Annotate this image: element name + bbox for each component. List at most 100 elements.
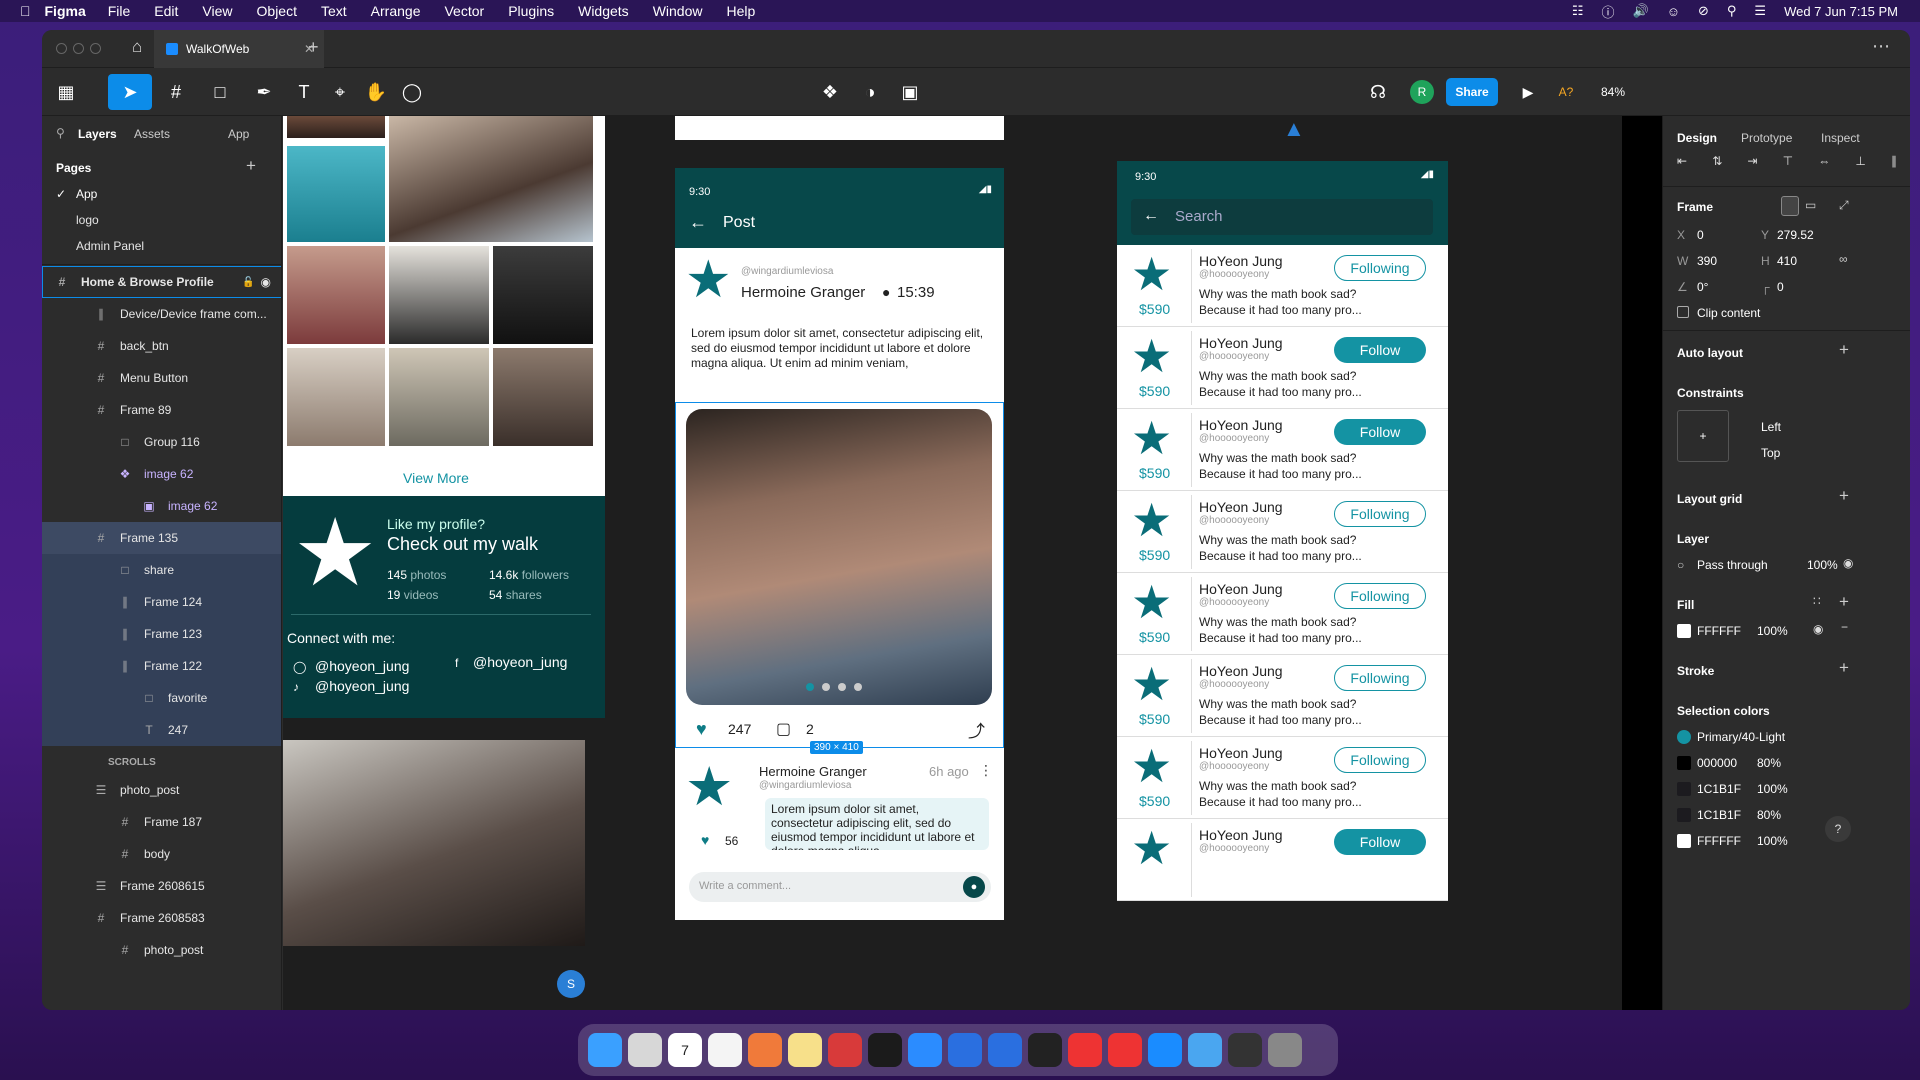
layer-row[interactable]: □ Group 116 [42, 426, 281, 458]
search-input[interactable]: Search [1175, 208, 1223, 225]
color-swatch[interactable] [1677, 834, 1691, 848]
launchpad-icon[interactable] [628, 1033, 662, 1067]
layer-row[interactable]: # Frame 135 [42, 522, 281, 554]
portrait-frame[interactable] [283, 740, 585, 946]
tab-inspect[interactable]: Inspect [1821, 131, 1860, 145]
search-result-row[interactable]: ★ $590 HoYeon Jung @hoooooyeony Why was the … [1117, 737, 1448, 819]
color-swatch[interactable] [1677, 730, 1691, 744]
notes-icon[interactable] [708, 1033, 742, 1067]
tab-prototype[interactable]: Prototype [1741, 131, 1792, 145]
resize-icon[interactable]: ⤢ [1839, 198, 1849, 213]
layer-row[interactable]: ▣ image 62 [42, 490, 281, 522]
menu-file[interactable]: File [108, 3, 131, 19]
terminal-icon[interactable] [868, 1033, 902, 1067]
pen-tool-icon[interactable]: ✒ [244, 74, 284, 110]
layer-row[interactable]: T 247 [42, 714, 281, 746]
color-name[interactable]: 000000 [1697, 756, 1737, 770]
comment-tool-icon[interactable]: ◯ [394, 74, 430, 110]
instagram-icon[interactable]: ◯ [293, 660, 306, 674]
help-button[interactable]: ? [1825, 816, 1851, 842]
align-vcenter-icon[interactable]: ⇔ [1818, 154, 1830, 176]
comment-input[interactable]: Write a comment... ● [689, 872, 991, 902]
layer-row[interactable]: □ favorite [42, 682, 281, 714]
layer-row[interactable]: # body [42, 838, 281, 870]
eye-icon[interactable]: ◉ [1843, 556, 1853, 570]
volume-icon[interactable]: 🔊 [1633, 3, 1649, 19]
add-grid-icon[interactable]: + [1839, 486, 1849, 506]
constraints-widget[interactable]: + [1677, 410, 1729, 462]
color-name[interactable]: FFFFFF [1697, 834, 1741, 848]
layer-row[interactable]: □ share [42, 554, 281, 586]
finder-icon[interactable] [588, 1033, 622, 1067]
color-swatch[interactable] [1677, 756, 1691, 770]
photo-thumb[interactable] [389, 116, 593, 242]
layer-row[interactable]: # Frame 89 [42, 394, 281, 426]
fill-hex[interactable]: FFFFFF [1697, 624, 1741, 638]
follow-button[interactable]: Follow [1334, 337, 1426, 363]
follow-button[interactable]: Following [1334, 501, 1426, 527]
follow-button[interactable]: Follow [1334, 419, 1426, 445]
more-menu-icon[interactable]: ⋯ [1872, 36, 1890, 57]
fill-eye-icon[interactable]: ◉ [1813, 622, 1823, 636]
view-more-link[interactable]: View More [403, 470, 469, 486]
trash-icon[interactable] [1268, 1033, 1302, 1067]
swift-icon[interactable] [748, 1033, 782, 1067]
folder-icon[interactable] [1188, 1033, 1222, 1067]
menu-text[interactable]: Text [321, 3, 347, 19]
tab-design[interactable]: Design [1677, 131, 1717, 145]
constraint-v[interactable]: Top [1761, 446, 1780, 460]
color-name[interactable]: Primary/40-Light [1697, 730, 1785, 744]
search-icon[interactable]: ⚲ [1727, 3, 1737, 19]
page-app[interactable]: App [76, 187, 97, 201]
follow-button[interactable]: Follow [1334, 829, 1426, 855]
photo-thumb[interactable] [287, 146, 385, 242]
constraint-h[interactable]: Left [1761, 420, 1781, 434]
xcode-icon[interactable] [948, 1033, 982, 1067]
search-bar[interactable]: ← Search [1131, 199, 1433, 235]
facebook-handle[interactable]: @hoyeon_jung [473, 654, 567, 670]
follow-button[interactable]: Following [1334, 255, 1426, 281]
menu-plugins[interactable]: Plugins [508, 3, 554, 19]
menu-arrange[interactable]: Arrange [371, 3, 421, 19]
stickies-icon[interactable] [788, 1033, 822, 1067]
mic-icon[interactable]: ● [963, 876, 985, 898]
align-top-icon[interactable]: ⊤ [1783, 154, 1793, 176]
remove-fill-icon[interactable]: − [1841, 620, 1848, 634]
layer-row[interactable]: ∥ Device/Device frame com... [42, 298, 281, 330]
move-tool-icon[interactable]: ➤ [108, 74, 152, 110]
safari-icon[interactable] [908, 1033, 942, 1067]
layer-opacity[interactable]: 100% [1807, 558, 1838, 572]
back-arrow-icon[interactable]: ← [689, 212, 707, 233]
text-tool-icon[interactable]: T [286, 74, 322, 110]
avatar[interactable]: R [1410, 80, 1434, 104]
carousel-dots[interactable] [806, 683, 862, 691]
app-menu[interactable]: Figma [45, 3, 86, 19]
landscape-icon[interactable]: ▭ [1805, 198, 1816, 212]
frame-tool-icon[interactable]: # [156, 74, 196, 110]
search-result-row[interactable]: ★ $590 HoYeon Jung @hoooooyeony Why was the … [1117, 655, 1448, 737]
y-field[interactable]: 279.52 [1777, 228, 1814, 242]
comment-heart-icon[interactable]: ♥ [701, 832, 709, 848]
search-result-row[interactable]: ★ $590 HoYeon Jung @hoooooyeony Why was the … [1117, 245, 1448, 327]
layer-row[interactable]: # photo_post [42, 934, 281, 966]
figma-status-icon[interactable]: ☷ [1572, 3, 1584, 19]
share-icon[interactable]: ⤴ [968, 717, 985, 742]
photo-thumb[interactable] [493, 246, 593, 344]
resources-icon[interactable]: ⌖ [322, 74, 358, 110]
menu-widgets[interactable]: Widgets [578, 3, 629, 19]
boolean-icon[interactable]: ▣ [892, 74, 928, 110]
color-swatch[interactable] [1677, 782, 1691, 796]
photo-thumb[interactable] [287, 116, 385, 138]
app-icon[interactable] [1108, 1033, 1142, 1067]
color-name[interactable]: 1C1B1F [1697, 782, 1741, 796]
simulator-icon[interactable] [988, 1033, 1022, 1067]
present-icon[interactable]: ▶ [1510, 74, 1546, 110]
x-field[interactable]: 0 [1697, 228, 1704, 242]
layer-row[interactable]: ☰ photo_post [42, 774, 281, 806]
rotation-field[interactable]: 0° [1697, 280, 1708, 294]
follow-button[interactable]: Following [1334, 747, 1426, 773]
ai-button[interactable]: A? [1548, 74, 1584, 110]
wifi-off-icon[interactable]: ⊘ [1698, 3, 1709, 19]
align-left-icon[interactable]: ⇤ [1677, 154, 1687, 176]
photo-thumb[interactable] [389, 246, 489, 344]
